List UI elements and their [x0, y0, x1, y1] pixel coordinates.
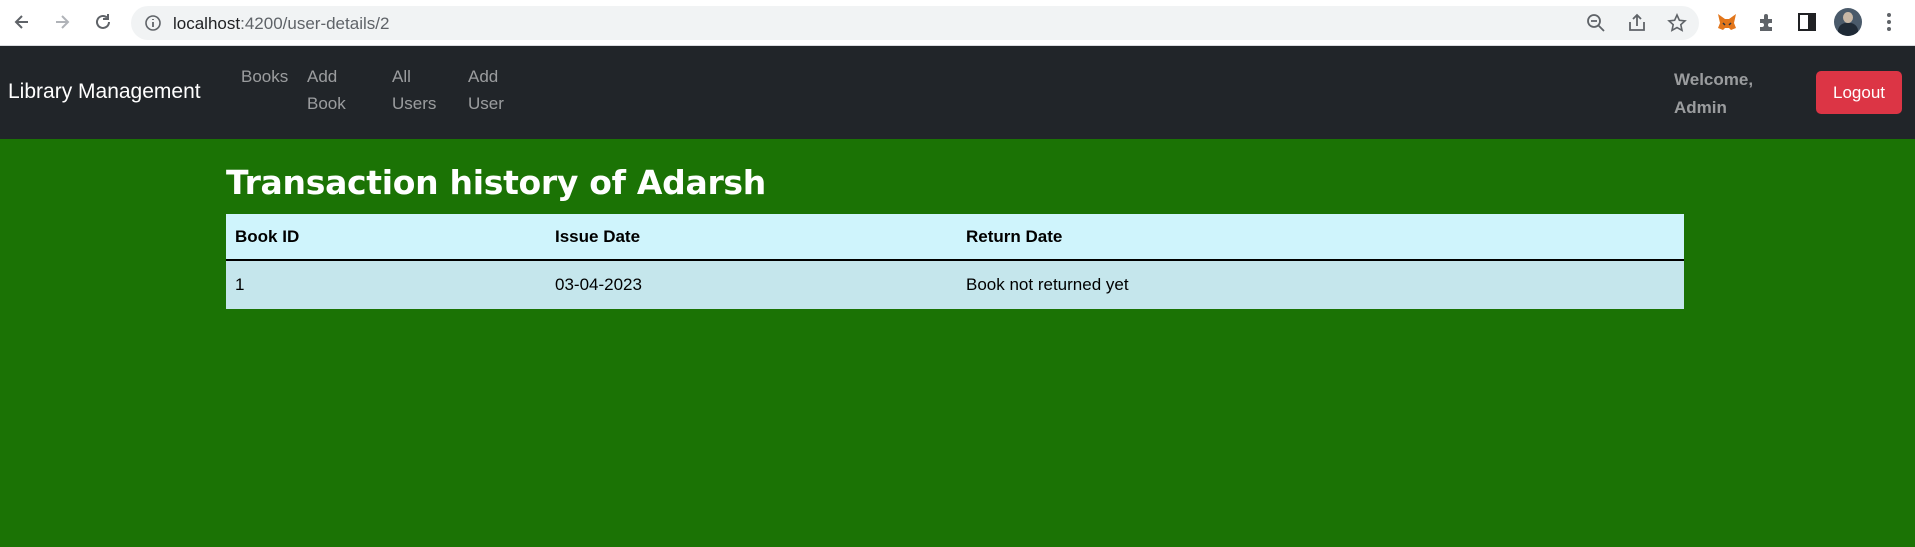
table-header-row: Book ID Issue Date Return Date: [226, 214, 1684, 261]
nav-link-all-users-line2: Users: [392, 94, 437, 113]
welcome-line1: Welcome,: [1674, 70, 1754, 89]
logout-button[interactable]: Logout: [1816, 71, 1902, 114]
bookmark-star-icon[interactable]: [1667, 13, 1687, 33]
table-row: 1 03-04-2023 Book not returned yet: [226, 260, 1684, 309]
column-header-issue-date: Issue Date: [546, 214, 957, 261]
nav-link-all-users[interactable]: All Users: [392, 63, 436, 117]
url-path: :4200/user-details/2: [240, 14, 390, 33]
url-text[interactable]: localhost:4200/user-details/2: [173, 14, 389, 34]
page-title: Transaction history of Adarsh: [226, 163, 766, 202]
cell-issue-date: 03-04-2023: [546, 260, 957, 309]
reload-button[interactable]: [90, 9, 116, 35]
nav-link-books[interactable]: Books: [241, 63, 288, 90]
reload-icon: [96, 14, 110, 29]
app-navbar: Library Management Books Add Book All Us…: [0, 46, 1915, 139]
column-header-book-id: Book ID: [226, 214, 546, 261]
forward-arrow-icon: [56, 15, 70, 29]
menu-kebab-icon[interactable]: [1878, 11, 1900, 33]
nav-link-add-book-line2: Book: [307, 94, 346, 113]
nav-link-add-book-line1: Add: [307, 67, 338, 86]
site-info-icon[interactable]: [144, 14, 162, 32]
welcome-text: Welcome, Admin: [1674, 66, 1774, 122]
address-bar[interactable]: localhost:4200/user-details/2: [131, 6, 1699, 40]
navbar-brand[interactable]: Library Management: [8, 80, 201, 104]
profile-avatar[interactable]: [1834, 8, 1862, 36]
cell-book-id: 1: [226, 260, 546, 309]
back-arrow-icon: [14, 15, 28, 29]
url-host: localhost: [173, 14, 241, 33]
transaction-history-table: Book ID Issue Date Return Date 1 03-04-2…: [226, 214, 1684, 309]
forward-button[interactable]: [49, 9, 75, 35]
nav-link-add-user[interactable]: Add User: [468, 63, 504, 117]
avatar-head: [1843, 12, 1853, 23]
nav-link-add-user-line1: Add: [468, 67, 499, 86]
nav-link-all-users-line1: All: [392, 67, 411, 86]
zoom-icon[interactable]: [1586, 13, 1606, 33]
column-header-return-date: Return Date: [957, 214, 1684, 261]
side-panel-icon[interactable]: [1796, 11, 1818, 33]
extensions-puzzle-icon[interactable]: [1756, 11, 1778, 33]
nav-link-books-label: Books: [241, 67, 289, 86]
metamask-fox-icon[interactable]: [1716, 11, 1738, 33]
cell-return-date: Book not returned yet: [957, 260, 1684, 309]
share-icon[interactable]: [1627, 13, 1647, 33]
browser-toolbar: localhost:4200/user-details/2: [0, 0, 1915, 46]
back-button[interactable]: [9, 9, 35, 35]
welcome-line2: Admin: [1674, 98, 1727, 117]
avatar-body: [1838, 23, 1858, 36]
nav-link-add-book[interactable]: Add Book: [307, 63, 346, 117]
nav-link-add-user-line2: User: [468, 94, 504, 113]
